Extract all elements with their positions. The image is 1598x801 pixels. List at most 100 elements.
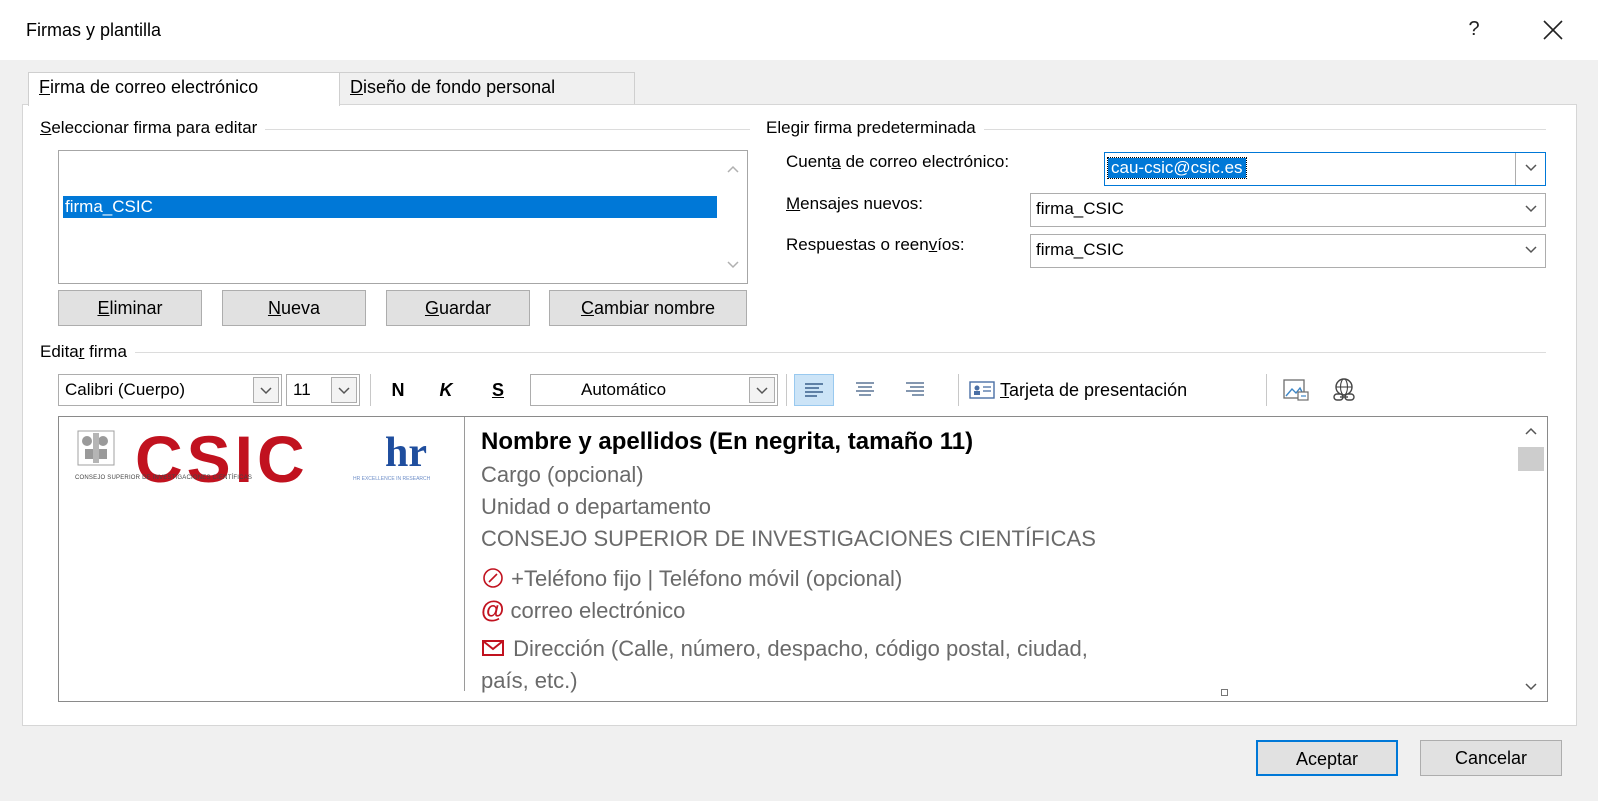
group-rule	[40, 352, 1546, 353]
font-select[interactable]: Calibri (Cuerpo)	[58, 374, 282, 406]
signature-list[interactable]: firma_CSIC	[58, 150, 748, 284]
align-left-button[interactable]	[794, 374, 834, 406]
scrollbar-thumb[interactable]	[1518, 447, 1544, 471]
account-label: Cuenta de correo electrónico:	[786, 152, 1009, 172]
insert-picture-button[interactable]	[1280, 374, 1316, 406]
separator	[786, 374, 787, 406]
replies-label: Respuestas o reenvíos:	[786, 235, 965, 255]
hr-logo-text: hr	[385, 430, 427, 476]
edit-signature-title: Editar firma	[40, 342, 135, 362]
new-button[interactable]: Nueva	[222, 290, 366, 326]
signature-address-row: Dirección (Calle, número, despacho, códi…	[481, 633, 1501, 665]
italic-button[interactable]: K	[432, 374, 460, 406]
select-signature-title: Seleccionar firma para editar	[40, 118, 266, 138]
at-icon: @	[481, 597, 505, 624]
picture-icon	[1283, 379, 1309, 401]
font-value: Calibri (Cuerpo)	[65, 380, 185, 399]
tab-accel: D	[350, 77, 363, 97]
replies-value: firma_CSIC	[1036, 240, 1124, 259]
signature-editor[interactable]: CSIC Consejo Superior de Investigaciones…	[58, 416, 1548, 702]
replies-select[interactable]: firma_CSIC	[1030, 234, 1546, 268]
label: liminar	[109, 298, 163, 318]
tab-label: iseño de fondo personal	[363, 77, 556, 97]
label: ueva	[280, 298, 321, 318]
scroll-up-icon[interactable]	[723, 159, 743, 179]
label: ensajes nuevos:	[800, 194, 924, 213]
ok-button[interactable]: Aceptar	[1256, 740, 1398, 776]
account-value: cau-csic@csic.es	[1107, 157, 1247, 179]
font-color-value: Automático	[581, 380, 667, 399]
editor-scrollbar[interactable]	[1515, 417, 1547, 701]
scroll-up-icon[interactable]	[1521, 421, 1541, 441]
cancel-button[interactable]: Cancelar	[1420, 740, 1562, 776]
accel: v	[928, 235, 938, 254]
rename-button[interactable]: Cambiar nombre	[549, 290, 747, 326]
tab-personal-stationery[interactable]: Diseño de fondo personal	[339, 72, 635, 104]
signature-email: correo electrónico	[510, 598, 686, 623]
font-size-value: 11	[293, 380, 311, 399]
signature-email-row: @ correo electrónico	[481, 595, 1501, 627]
table-divider	[464, 417, 465, 691]
bold-button[interactable]: N	[384, 374, 412, 406]
label: firma	[84, 342, 127, 361]
csic-logo-subtitle: Consejo Superior de Investigaciones Cien…	[75, 475, 253, 481]
accel: G	[424, 298, 439, 318]
separator	[370, 374, 371, 406]
window-title: Firmas y plantilla	[26, 20, 162, 40]
chevron-down-icon[interactable]	[253, 377, 279, 403]
insert-hyperlink-button[interactable]	[1326, 374, 1366, 406]
chevron-down-icon[interactable]	[1515, 153, 1545, 185]
scroll-down-icon[interactable]	[1521, 677, 1541, 697]
close-icon	[1543, 20, 1563, 40]
signature-address-1: Dirección (Calle, número, despacho, códi…	[513, 636, 1088, 661]
chevron-down-icon[interactable]	[1515, 194, 1545, 226]
signature-address-2: país, etc.)	[481, 668, 578, 693]
label: Cuent	[786, 152, 832, 171]
chevron-down-icon[interactable]	[1515, 235, 1545, 267]
chevron-down-icon[interactable]	[749, 377, 775, 403]
font-size-select[interactable]: 11	[286, 374, 360, 406]
accel: a	[831, 152, 841, 171]
align-center-icon	[856, 382, 874, 396]
align-left-icon	[805, 383, 823, 397]
signature-position: Cargo (opcional)	[481, 462, 644, 487]
chevron-down-icon[interactable]	[331, 377, 357, 403]
phone-icon	[483, 568, 503, 588]
hyperlink-icon	[1333, 378, 1355, 401]
business-card-button[interactable]: Tarjeta de presentación	[968, 374, 1254, 406]
accel: E	[97, 298, 110, 318]
signature-name: Nombre y apellidos (En negrita, tamaño 1…	[481, 428, 974, 455]
resize-handle[interactable]	[1221, 689, 1228, 696]
account-select[interactable]: cau-csic@csic.es	[1104, 152, 1546, 186]
accel: S	[40, 118, 52, 137]
tab-email-signature[interactable]: Firma de correo electrónico	[28, 72, 340, 106]
tab-accel: F	[39, 77, 50, 97]
signature-phone-row: +Teléfono fijo | Teléfono móvil (opciona…	[481, 563, 1501, 595]
close-button[interactable]	[1535, 12, 1571, 48]
accel: T	[1000, 380, 1009, 400]
signature-unit: Unidad o departamento	[481, 494, 711, 519]
csic-logo-text: CSIC	[135, 422, 309, 496]
save-button[interactable]: Guardar	[386, 290, 530, 326]
align-center-button[interactable]	[846, 374, 886, 406]
new-messages-select[interactable]: firma_CSIC	[1030, 193, 1546, 227]
separator	[1266, 374, 1267, 406]
label: íos:	[937, 235, 965, 254]
default-signature-title: Elegir firma predeterminada	[766, 118, 984, 138]
label: Respuestas o reen	[786, 235, 929, 254]
align-right-button[interactable]	[896, 374, 936, 406]
signature-phone: +Teléfono fijo | Teléfono móvil (opciona…	[511, 566, 903, 591]
delete-button[interactable]: Eliminar	[58, 290, 202, 326]
new-messages-value: firma_CSIC	[1036, 199, 1124, 218]
underline-button[interactable]: S	[484, 374, 512, 406]
signature-text: Nombre y apellidos (En negrita, tamaño 1…	[481, 425, 1501, 697]
scroll-down-icon[interactable]	[723, 255, 743, 275]
new-messages-label: Mensajes nuevos:	[786, 194, 923, 214]
list-item[interactable]: firma_CSIC	[63, 196, 717, 218]
font-color-select[interactable]: Automático	[530, 374, 778, 406]
csic-emblem-icon	[75, 427, 117, 469]
envelope-icon	[482, 640, 504, 656]
label: Edita	[40, 342, 79, 361]
accel: C	[580, 298, 594, 318]
help-button[interactable]: ?	[1460, 14, 1488, 44]
